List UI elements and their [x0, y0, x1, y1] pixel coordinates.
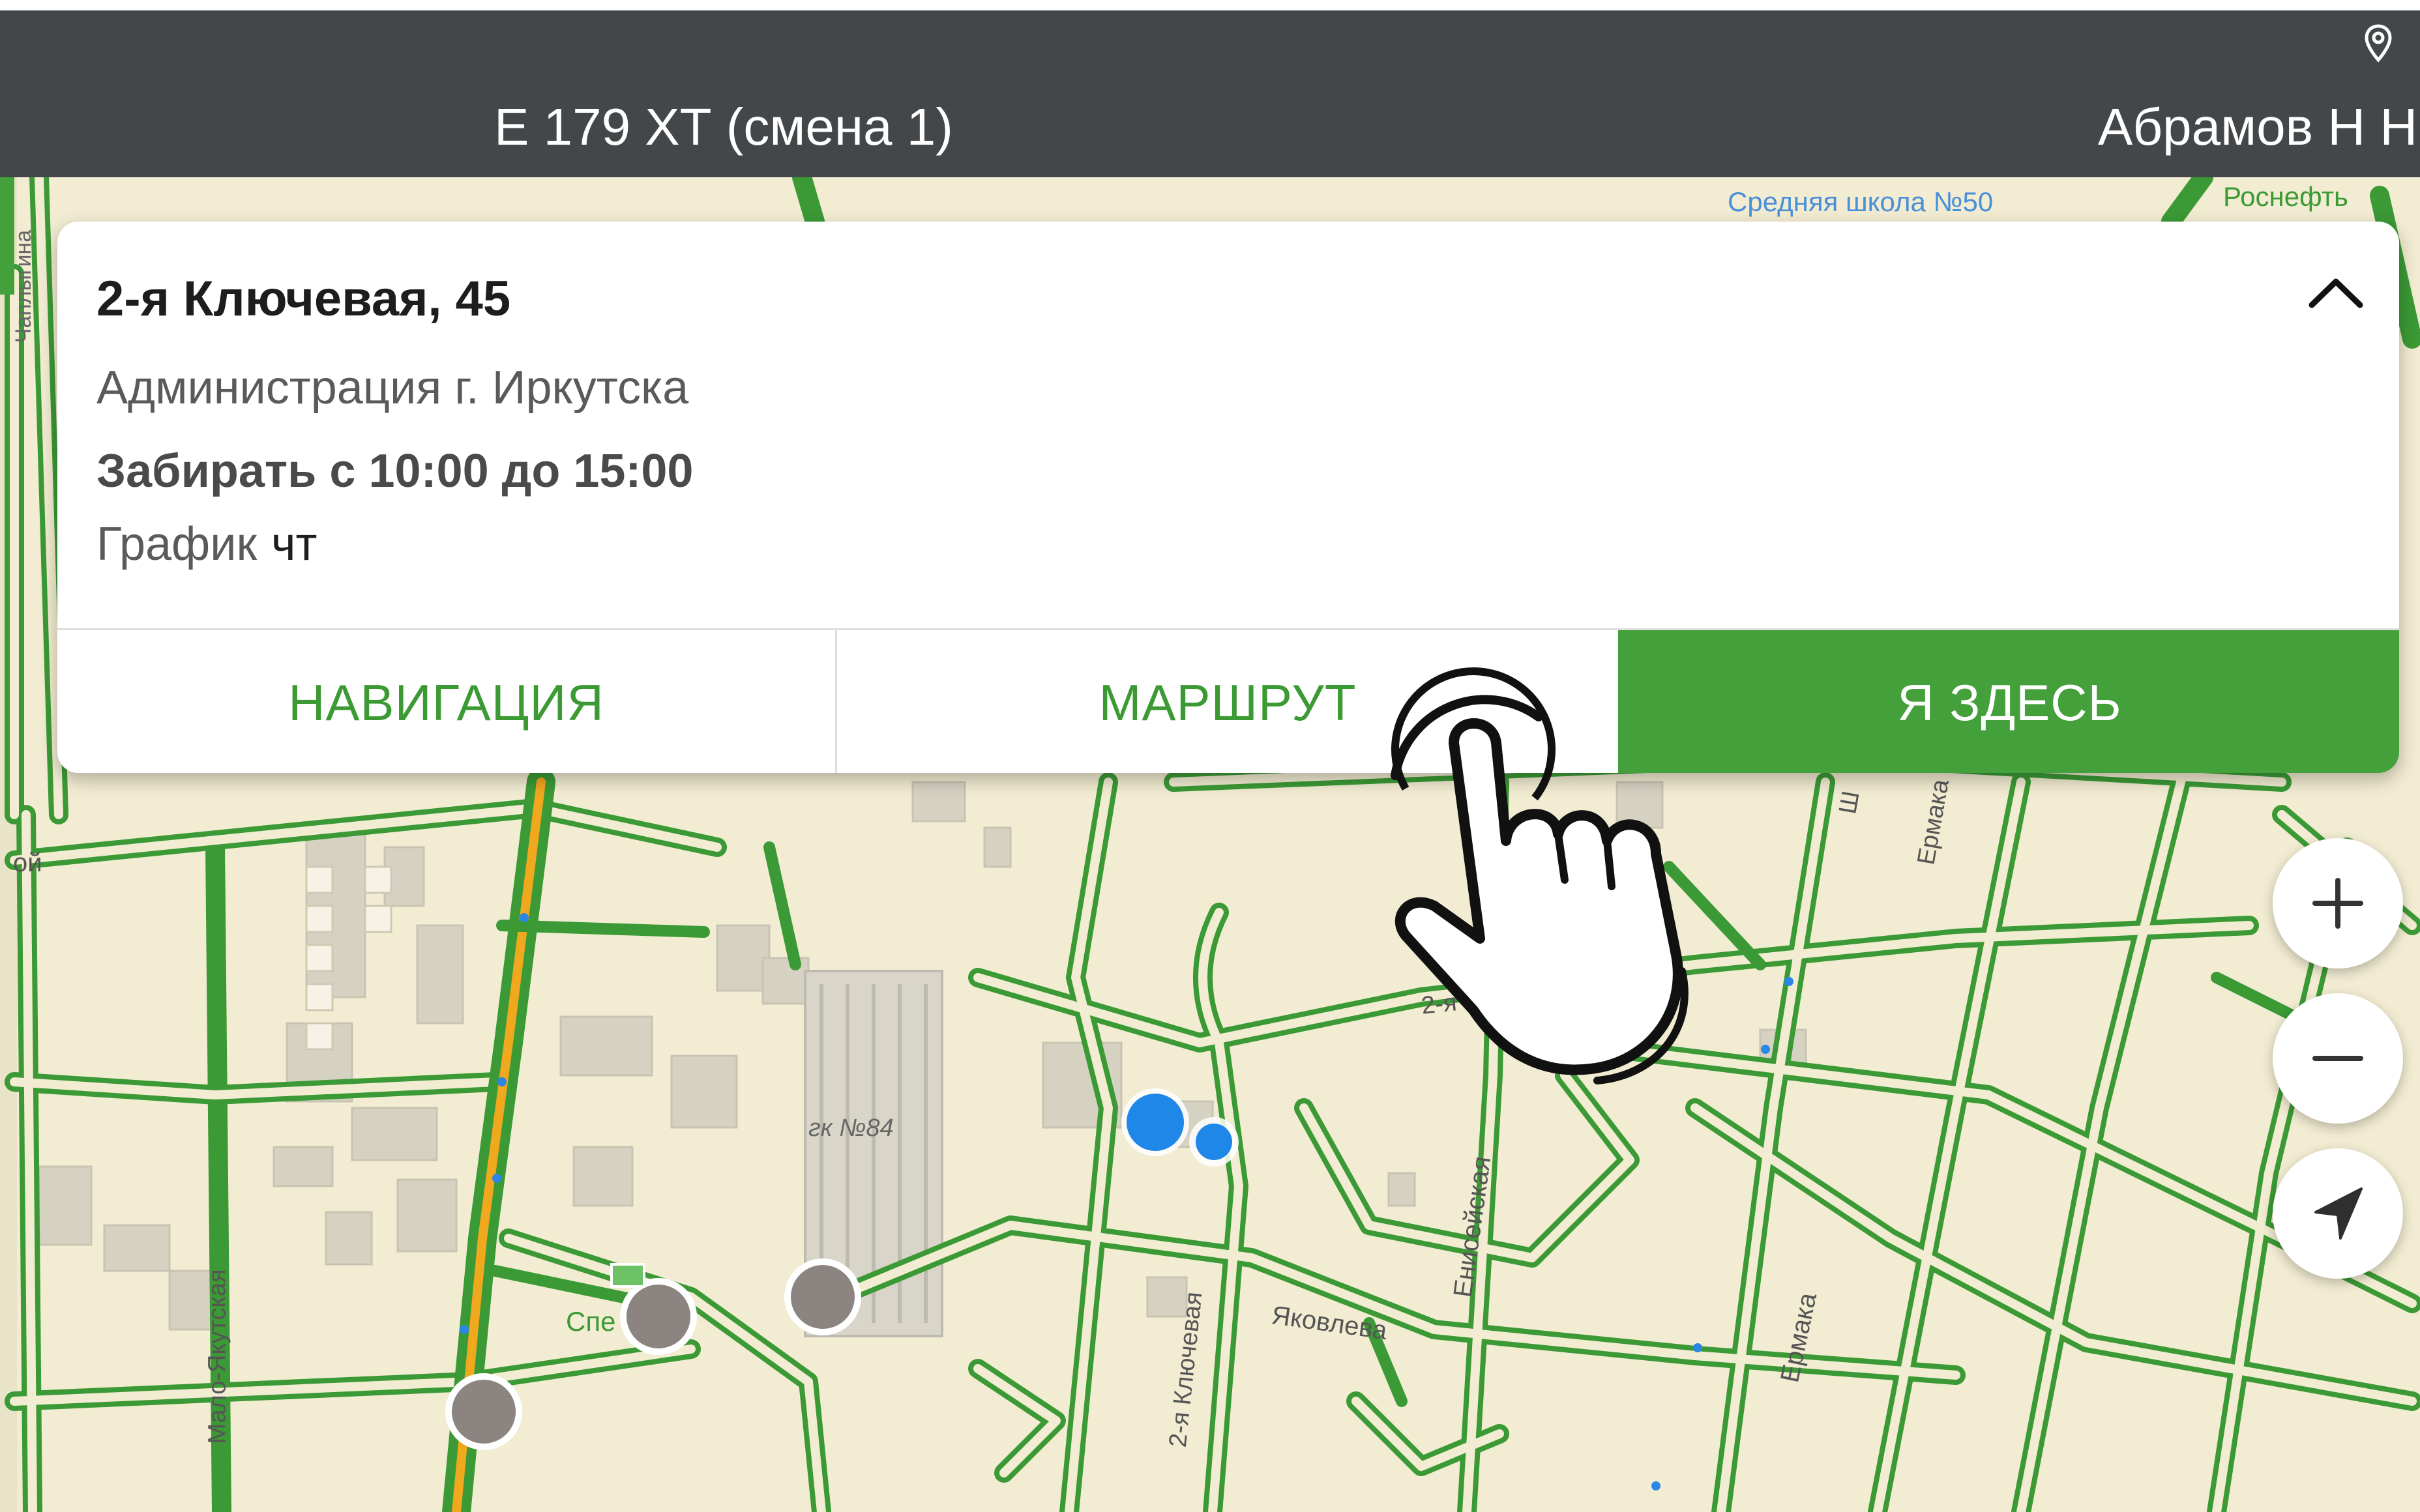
point-address: 2-я Ключевая, 45 — [96, 271, 511, 327]
map-label-school: Средняя школа №50 — [1728, 186, 1994, 217]
left-accent-bar — [0, 177, 14, 295]
route-button[interactable]: МАРШРУТ — [837, 630, 1618, 773]
map-label-rusneft: Роснефть — [2223, 181, 2348, 212]
card-actions: НАВИГАЦИЯ МАРШРУТ Я ЗДЕСЬ — [57, 628, 2399, 773]
app-header: Е 179 ХТ (смена 1) Абрамов Н Н — [0, 0, 2420, 177]
map-label-malo-yakutskaya: Мало-Якутская — [203, 1269, 231, 1444]
map-label-chaplygina: Чаплыгина — [11, 229, 37, 343]
zoom-out-button[interactable] — [2273, 993, 2403, 1124]
pickup-schedule: График чт — [96, 516, 317, 572]
map-label-edge-oy: ой — [13, 849, 42, 877]
map-label-edge-sh: Ш — [1834, 789, 1865, 817]
status-strip — [0, 0, 2420, 10]
pickup-point-card: 2-я Ключевая, 45 Администрация г. Иркутс… — [57, 222, 2399, 773]
schedule-label: График — [96, 518, 257, 570]
map-label-spe: Спе — [566, 1306, 616, 1337]
pickup-window: Забирать с 10:00 до 15:00 — [96, 445, 694, 497]
vehicle-shift-title: Е 179 ХТ (смена 1) — [494, 98, 953, 156]
zoom-in-button[interactable] — [2273, 838, 2403, 968]
navigation-button[interactable]: НАВИГАЦИЯ — [57, 630, 837, 773]
point-organization: Администрация г. Иркутска — [96, 362, 689, 414]
map-pin-icon — [2364, 23, 2393, 63]
map-label-garage: гк №84 — [808, 1114, 894, 1142]
chevron-up-icon[interactable] — [2300, 258, 2372, 330]
schedule-days: чт — [271, 518, 317, 570]
driver-name: Абрамов Н Н — [2098, 98, 2418, 156]
i-am-here-button[interactable]: Я ЗДЕСЬ — [1618, 630, 2399, 773]
navigation-arrow-icon[interactable] — [2273, 1148, 2403, 1279]
